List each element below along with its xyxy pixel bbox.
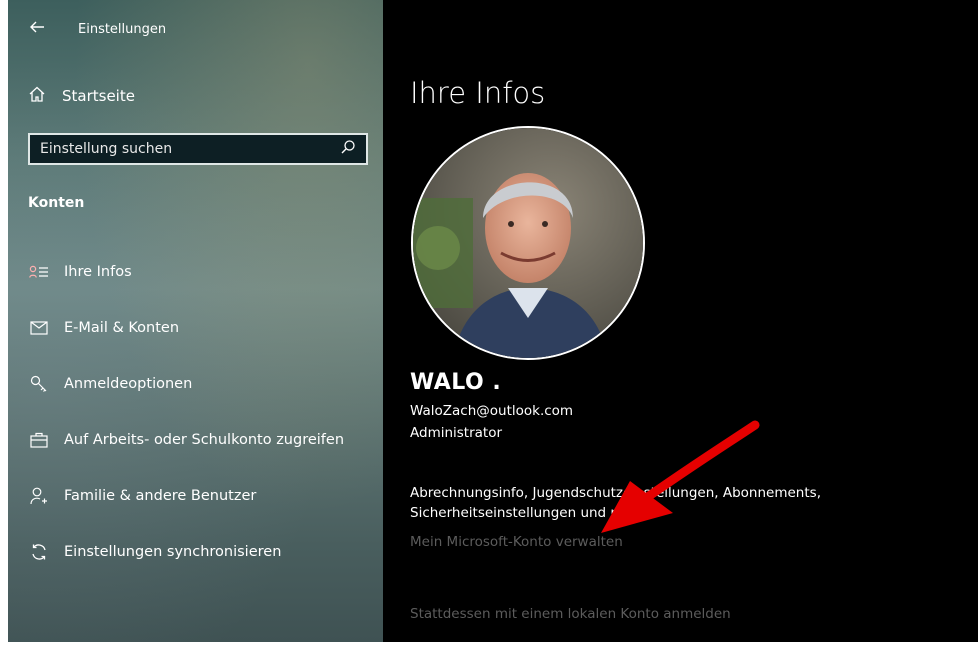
home-nav-item[interactable]: Startseite bbox=[28, 85, 135, 107]
sidebar-item-arbeitskonto[interactable]: Auf Arbeits- oder Schulkonto zugreifen bbox=[28, 429, 344, 451]
sidebar-item-label: Ihre Infos bbox=[64, 264, 132, 280]
sidebar-item-label: E-Mail & Konten bbox=[64, 320, 180, 336]
sidebar-item-ihre-infos[interactable]: Ihre Infos bbox=[28, 261, 132, 283]
page-title: Ihre Infos bbox=[410, 76, 546, 110]
search-icon[interactable] bbox=[340, 139, 356, 159]
title-bar: Einstellungen bbox=[28, 18, 166, 40]
window-frame-left bbox=[0, 0, 8, 653]
local-account-link[interactable]: Stattdessen mit einem lokalen Konto anme… bbox=[410, 606, 731, 622]
sidebar-item-email-konten[interactable]: E-Mail & Konten bbox=[28, 317, 179, 339]
sync-icon bbox=[28, 541, 50, 563]
profile-photo bbox=[413, 128, 643, 358]
sidebar: Einstellungen Startseite Konten Ihre Inf… bbox=[8, 0, 383, 642]
key-icon bbox=[28, 373, 50, 395]
briefcase-icon bbox=[28, 429, 50, 451]
search-input[interactable] bbox=[40, 141, 320, 157]
home-icon bbox=[28, 85, 46, 107]
window-frame-bottom bbox=[0, 642, 978, 653]
red-arrow-annotation bbox=[601, 420, 760, 533]
user-email: WaloZach@outlook.com bbox=[410, 403, 574, 419]
sidebar-item-label: Auf Arbeits- oder Schulkonto zugreifen bbox=[64, 432, 345, 448]
back-arrow-icon[interactable] bbox=[28, 18, 46, 40]
sidebar-item-label: Einstellungen synchronisieren bbox=[64, 544, 282, 560]
user-name: WALO . bbox=[410, 370, 502, 395]
sidebar-item-anmeldeoptionen[interactable]: Anmeldeoptionen bbox=[28, 373, 192, 395]
sidebar-item-label: Familie & andere Benutzer bbox=[64, 488, 257, 504]
sidebar-item-sync[interactable]: Einstellungen synchronisieren bbox=[28, 541, 281, 563]
sidebar-item-familie[interactable]: Familie & andere Benutzer bbox=[28, 485, 256, 507]
search-box[interactable] bbox=[28, 133, 368, 165]
sidebar-item-label: Anmeldeoptionen bbox=[64, 376, 193, 392]
avatar[interactable] bbox=[411, 126, 645, 360]
window-title: Einstellungen bbox=[78, 21, 167, 37]
mail-icon bbox=[28, 317, 50, 339]
add-person-icon bbox=[28, 485, 50, 507]
user-role: Administrator bbox=[410, 425, 503, 441]
person-card-icon bbox=[28, 261, 50, 283]
main-content: Ihre Infos WALO . WaloZach@outlook.com A… bbox=[383, 0, 978, 642]
home-label: Startseite bbox=[62, 87, 135, 105]
section-title: Konten bbox=[28, 195, 85, 211]
